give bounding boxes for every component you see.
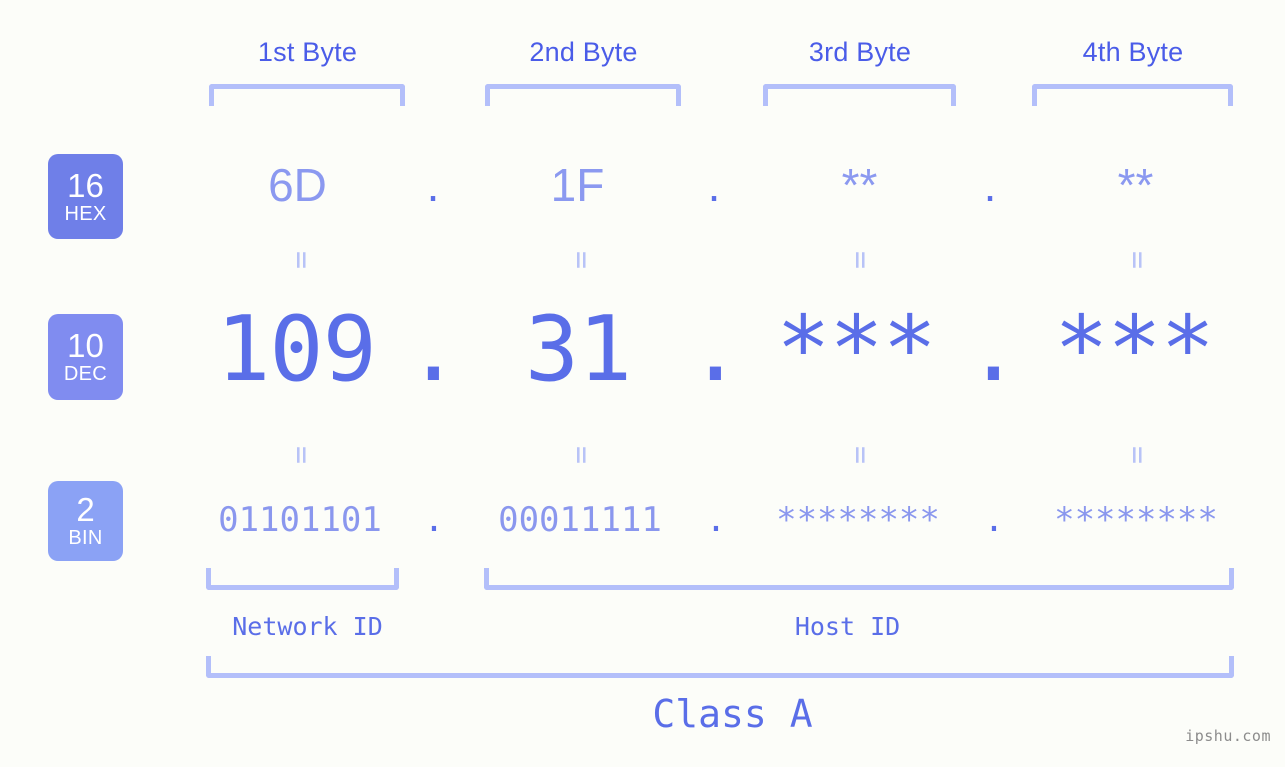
hex-byte-1: 6D xyxy=(268,159,327,211)
equals-icon-dec-bin-1: = xyxy=(284,445,319,465)
decimal-separator-1: . xyxy=(406,297,460,402)
base-badge-bin-abbr: BIN xyxy=(68,527,103,549)
decimal-byte-2: 31 xyxy=(524,297,632,402)
binary-separator-1: . xyxy=(423,500,445,540)
base-badge-dec-abbr: DEC xyxy=(63,363,108,385)
equals-icon-hex-dec-2: = xyxy=(564,250,599,270)
host-id-bracket xyxy=(484,568,1234,590)
binary-separator-3: . xyxy=(983,500,1005,540)
equals-icon-hex-dec-3: = xyxy=(843,250,878,270)
binary-byte-1: 01101101 xyxy=(218,500,382,540)
decimal-byte-1: 109 xyxy=(216,297,377,402)
hex-separator-1: . xyxy=(426,159,440,211)
class-label: Class A xyxy=(652,692,813,736)
byte-bracket-3 xyxy=(763,84,956,106)
decimal-separator-3: . xyxy=(966,297,1020,402)
binary-byte-4: ******** xyxy=(1054,500,1218,540)
network-id-bracket xyxy=(206,568,399,590)
binary-byte-3: ******** xyxy=(776,500,940,540)
equals-icon-hex-dec-1: = xyxy=(284,250,319,270)
equals-icon-dec-bin-2: = xyxy=(564,445,599,465)
equals-icon-dec-bin-3: = xyxy=(843,445,878,465)
decimal-byte-3: *** xyxy=(776,297,937,402)
equals-icon-hex-dec-4: = xyxy=(1120,250,1155,270)
hex-byte-4: ** xyxy=(1117,159,1154,211)
base-badge-dec-number: 10 xyxy=(67,327,104,364)
byte-bracket-1 xyxy=(209,84,405,106)
hex-separator-3: . xyxy=(983,159,997,211)
class-bracket xyxy=(206,656,1234,678)
decimal-separator-2: . xyxy=(688,297,742,402)
byte-bracket-4 xyxy=(1032,84,1233,106)
byte-header-1: 1st Byte xyxy=(257,37,358,67)
decimal-byte-4: *** xyxy=(1054,297,1215,402)
binary-separator-2: . xyxy=(705,500,727,540)
host-id-label: Host ID xyxy=(794,612,901,641)
base-badge-bin-number: 2 xyxy=(76,491,95,528)
base-badge-hex-abbr: HEX xyxy=(64,202,107,225)
base-badge-hex-number: 16 xyxy=(67,166,104,204)
base-badge-bin: 2 BIN xyxy=(48,481,123,561)
ip-byte-breakdown-diagram: 1st Byte 2nd Byte 3rd Byte 4th Byte 16 H… xyxy=(0,0,1285,767)
site-watermark: ipshu.com xyxy=(1185,727,1271,745)
hex-byte-3: ** xyxy=(841,159,878,211)
byte-header-4: 4th Byte xyxy=(1082,37,1184,67)
hex-byte-2: 1F xyxy=(550,159,605,211)
base-badge-hex: 16 HEX xyxy=(48,154,123,239)
equals-icon-dec-bin-4: = xyxy=(1120,445,1155,465)
hex-separator-2: . xyxy=(707,159,721,211)
byte-bracket-2 xyxy=(485,84,681,106)
base-badge-dec: 10 DEC xyxy=(48,314,123,400)
byte-header-2: 2nd Byte xyxy=(529,37,638,67)
network-id-label: Network ID xyxy=(232,612,383,641)
byte-header-3: 3rd Byte xyxy=(808,37,912,67)
binary-byte-2: 00011111 xyxy=(498,500,662,540)
